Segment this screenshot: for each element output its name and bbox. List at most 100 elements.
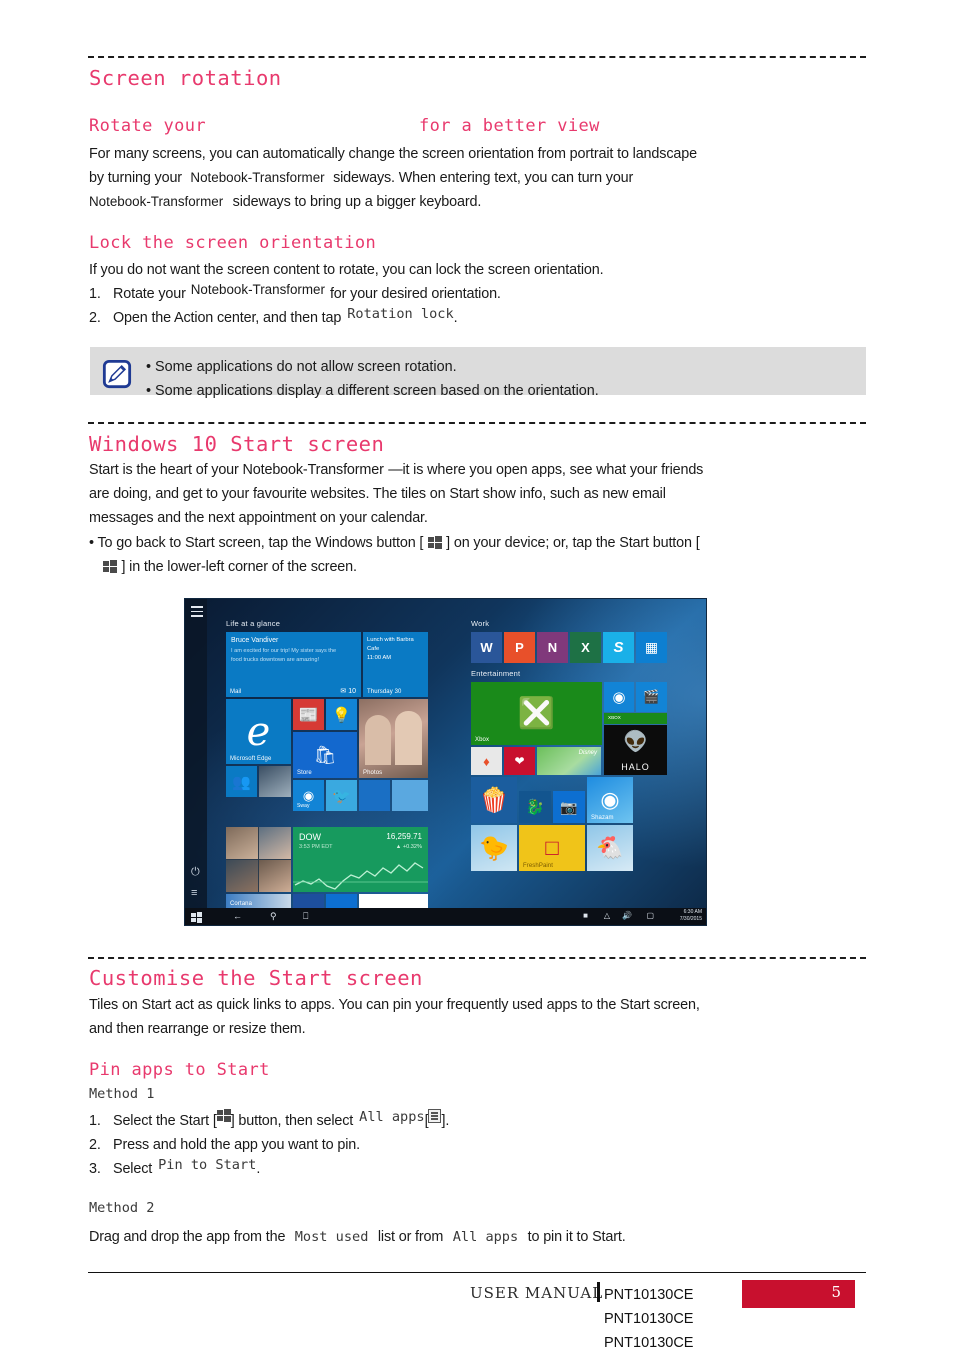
pin-step-3-number: 3. <box>89 1161 101 1177</box>
bird-icon: 🐤 <box>479 834 509 862</box>
tile-twitter[interactable]: 🐦 <box>326 780 357 811</box>
power-icon[interactable]: ⏻ <box>191 867 200 878</box>
tile-microsoft-edge[interactable]: e Microsoft Edge <box>226 699 291 764</box>
skype-icon: S <box>613 639 624 656</box>
onenote-icon: N <box>547 640 558 655</box>
tile-xbox[interactable]: ❎ Xbox <box>471 682 602 745</box>
tray-action-center-icon[interactable]: ▢ <box>646 911 654 920</box>
mail-preview-2: food trucks downtown are amazing! <box>231 657 319 663</box>
calendar-day: Thursday 30 <box>367 689 402 695</box>
tile-halo[interactable]: 👽 HALO <box>604 725 667 775</box>
lock-step-2-pre: Open the Action center, and then tap <box>113 310 342 326</box>
tile-movies-tv[interactable]: 🎬 <box>636 682 667 712</box>
hamburger-menu-icon[interactable] <box>191 606 203 620</box>
tile-crossy-road[interactable]: 🐔 <box>587 825 633 871</box>
mail-unread-count: ✉ 10 <box>340 688 356 695</box>
section-title-windows-10-start-screen: Windows 10 Start screen <box>89 432 385 456</box>
photos-caption: Photos <box>363 770 383 776</box>
note-bullet-2: • Some applications display a different … <box>146 383 599 399</box>
footer-model-numbers: PNT10130CE PNT10130CE PNT10130CE <box>604 1283 693 1355</box>
tile-store[interactable]: 🛍 Store <box>293 732 357 778</box>
manual-page: Screen rotation Rotate your for a better… <box>0 0 954 1351</box>
tile-powerpoint[interactable]: P <box>504 632 535 663</box>
start-paragraph-line1: Start is the heart of your Notebook-Tran… <box>89 458 703 482</box>
tile-skype[interactable]: S <box>603 632 634 663</box>
clock-date: 7/30/2015 <box>679 916 702 922</box>
tile-photos[interactable]: Photos <box>359 699 428 778</box>
edge-caption: Microsoft Edge <box>230 756 272 762</box>
xbox-caption: Xbox <box>475 737 490 743</box>
tile-stocks[interactable]: DOW 3:53 PM EDT 16,259.71 ▲ +0.32% <box>293 827 428 892</box>
tile-word[interactable]: W <box>471 632 502 663</box>
tile-freshpaint[interactable]: □ FreshPaint <box>519 825 585 871</box>
tile-news[interactable]: 📰 <box>293 699 324 730</box>
all-apps-icon[interactable]: ≡ <box>191 888 197 899</box>
lock-step-1: 1. Rotate your Notebook-Transformer for … <box>89 282 501 306</box>
start-button-icon <box>103 560 117 573</box>
solitaire-icon: ♦ <box>483 753 490 769</box>
tile-excel[interactable]: X <box>570 632 601 663</box>
tile-sway[interactable]: ◉ Sway <box>293 780 324 811</box>
stock-change: ▲ +0.32% <box>395 844 422 850</box>
twitter-bird-icon: 🐦 <box>332 787 351 805</box>
tile-people[interactable]: 👥 <box>226 766 257 797</box>
xbox-icon: ❎ <box>517 697 556 730</box>
method-1-label: Method 1 <box>89 1086 155 1102</box>
tile-tips[interactable]: 💡 <box>326 699 357 730</box>
freshpaint-caption: FreshPaint <box>523 863 554 869</box>
xbox-badge-label: XBOX <box>608 715 621 720</box>
edge-icon: e <box>246 708 271 755</box>
cortana-caption: Cortana <box>230 901 253 907</box>
taskbar-task-view-icon[interactable]: ⎕ <box>303 911 308 922</box>
section-title-screen-rotation: Screen rotation <box>89 66 282 90</box>
collage-cell-4 <box>259 860 291 892</box>
tile-photo-thumb[interactable] <box>259 766 291 797</box>
tray-battery-icon[interactable]: ■ <box>583 911 588 920</box>
popcorn-icon: 🍿 <box>479 786 509 814</box>
taskbar-start-button[interactable] <box>191 912 202 923</box>
collage-cell-3 <box>226 860 258 892</box>
tile-misc-b[interactable] <box>392 780 428 811</box>
tile-people-collage[interactable] <box>226 827 291 892</box>
tile-popcorn[interactable]: 🍿 <box>471 777 517 823</box>
halo-caption: HALO <box>621 762 650 772</box>
tile-calendar[interactable]: Lunch with Barbra Cafe 11:00 AM Thursday… <box>363 632 428 697</box>
subheading-lock-screen-orientation: Lock the screen orientation <box>89 233 377 253</box>
tray-volume-icon[interactable]: 🔊 <box>622 911 632 920</box>
tile-dragon-game[interactable]: 🐉 <box>519 791 551 823</box>
tile-mail[interactable]: Bruce Vandiver I am excited for our trip… <box>226 632 361 697</box>
tile-bird-game[interactable]: 🐤 <box>471 825 517 871</box>
subheading-rotate-your-left: Rotate your <box>89 116 206 136</box>
lock-step-1-post: for your desired orientation. <box>329 286 501 302</box>
tile-shazam[interactable]: ◉ Shazam <box>587 777 633 823</box>
start-bullet-line1: • To go back to Start screen, tap the Wi… <box>89 531 700 555</box>
pin-step-1-number: 1. <box>89 1113 101 1129</box>
tile-solitaire[interactable]: ♦ <box>471 747 502 775</box>
taskbar-clock[interactable]: 6:30 AM 7/30/2015 <box>680 909 702 923</box>
tile-iheartradio[interactable]: ❤ <box>504 747 535 775</box>
collage-cell-1 <box>226 827 258 859</box>
stock-time: 3:53 PM EDT <box>299 844 333 850</box>
lock-step-1-pre: Rotate your <box>113 286 186 302</box>
divider-start-screen <box>88 422 866 424</box>
start-para-line1-a: Start is the heart of your Notebook-Tran… <box>89 462 384 478</box>
tile-disney[interactable]: Disney <box>537 747 601 775</box>
product-name-inline-2: Notebook-Transformer <box>89 194 224 209</box>
method-2-instruction: Drag and drop the app from the Most used… <box>89 1225 626 1249</box>
tile-misc-a[interactable] <box>359 780 390 811</box>
tile-onenote[interactable]: N <box>537 632 568 663</box>
most-used-code: Most used <box>294 1229 369 1245</box>
tray-wifi-icon[interactable]: △ <box>604 911 610 920</box>
lock-step-2-number: 2. <box>89 310 101 326</box>
taskbar-search-icon[interactable]: ⚲ <box>270 911 277 922</box>
tile-groove-music[interactable]: ◉ <box>604 682 634 712</box>
tile-camera[interactable]: 📷 <box>553 791 585 823</box>
pin-step-3-post: . <box>256 1161 261 1177</box>
tile-xbox-badge[interactable]: XBOX <box>604 713 667 724</box>
taskbar-back-button[interactable]: ← <box>233 911 242 921</box>
excel-icon: X <box>581 640 590 655</box>
lightbulb-icon: 💡 <box>332 706 351 724</box>
tile-calculator[interactable]: ▦ <box>636 632 667 663</box>
divider-top <box>88 56 866 58</box>
iheartradio-icon: ❤ <box>514 754 525 768</box>
